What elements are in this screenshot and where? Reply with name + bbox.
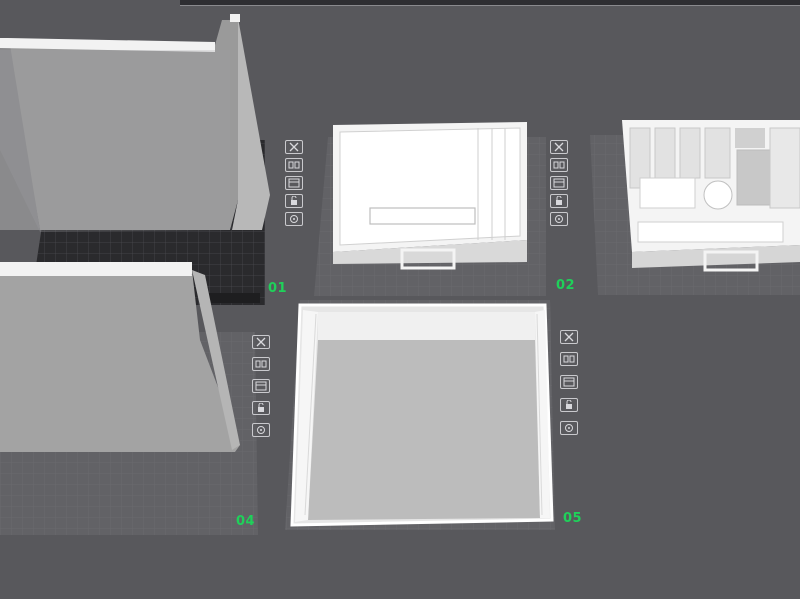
model-organizer-03[interactable]: [622, 120, 800, 272]
unlock-icon[interactable]: [560, 398, 578, 412]
plate-settings-icon[interactable]: [550, 176, 568, 190]
plate-settings-icon[interactable]: [285, 176, 303, 190]
unlock-icon[interactable]: [550, 194, 568, 208]
auto-arrange-icon[interactable]: [285, 158, 303, 172]
unlock-icon[interactable]: [285, 194, 303, 208]
auto-arrange-icon[interactable]: [550, 158, 568, 172]
model-tray-02[interactable]: [333, 122, 527, 270]
plate-02-number: 02: [556, 278, 576, 293]
model-tray-05[interactable]: [290, 303, 554, 527]
close-icon[interactable]: [252, 335, 270, 349]
unlock-icon[interactable]: [252, 401, 270, 415]
plate-05-number: 05: [563, 511, 583, 526]
plate-logo: [205, 293, 260, 303]
close-icon[interactable]: [560, 330, 578, 344]
3d-viewport[interactable]: [0, 0, 800, 599]
auto-arrange-icon[interactable]: [252, 357, 270, 371]
auto-orient-icon[interactable]: [550, 212, 568, 226]
auto-arrange-icon[interactable]: [560, 352, 578, 366]
close-icon[interactable]: [285, 140, 303, 154]
plate-settings-icon[interactable]: [560, 375, 578, 389]
model-wall-04[interactable]: [0, 262, 240, 452]
model-wall-01[interactable]: [0, 14, 270, 232]
close-icon[interactable]: [550, 140, 568, 154]
plate-01-number: 01: [268, 281, 288, 296]
plate-04-number: 04: [236, 514, 256, 529]
auto-orient-icon[interactable]: [285, 212, 303, 226]
auto-orient-icon[interactable]: [252, 423, 270, 437]
auto-orient-icon[interactable]: [560, 421, 578, 435]
plate-settings-icon[interactable]: [252, 379, 270, 393]
